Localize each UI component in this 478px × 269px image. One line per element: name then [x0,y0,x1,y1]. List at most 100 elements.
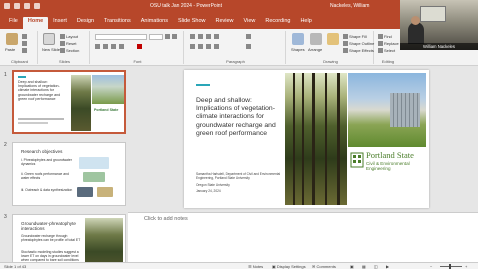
display-settings-button[interactable]: ▣ Display Settings [272,264,306,269]
slide-affiliation[interactable]: Oregon State University [196,183,230,187]
increase-indent-icon[interactable] [214,34,220,40]
tab-animations[interactable]: Animations [136,17,173,29]
quick-styles-icon[interactable] [327,33,339,45]
thumbnail-number: 3 [4,214,7,220]
slide-authors[interactable]: Samantha Harlsdell, Department of Civil … [196,172,286,181]
bold-icon[interactable] [95,44,101,50]
shape-effects-button[interactable]: Shape Effects [343,48,374,54]
green-roof-photo [92,75,124,104]
normal-view-icon[interactable]: ▣ [350,264,354,269]
slide-sorter-icon[interactable]: ▦ [362,264,366,269]
zoom-out-icon[interactable]: − [430,264,432,269]
select-label: Select [384,48,396,53]
arrange-icon[interactable] [310,33,322,45]
ribbon-overflow [400,50,478,66]
tab-transitions[interactable]: Transitions [99,17,136,29]
zoom-slider-thumb[interactable] [449,264,451,269]
tree-trunk [325,73,327,205]
zoom-slider[interactable] [440,266,462,267]
diagram-graphic [97,187,113,197]
tab-help[interactable]: Help [295,17,316,29]
notes-placeholder[interactable]: Click to add notes [144,216,188,222]
new-slide-icon[interactable] [43,33,55,45]
shapes-icon[interactable] [292,33,304,45]
slideshow-icon[interactable]: ▶ [386,264,389,269]
current-slide[interactable]: Deep and shallow: Implications of vegeta… [184,70,429,208]
presenter [408,22,424,44]
shape-effects-label: Shape Effects [349,48,374,53]
tab-home[interactable]: Home [22,17,49,29]
shape-fill-button[interactable]: Shape Fill [343,34,367,40]
slide-thumbnail-pane[interactable]: 1 Deep and shallow: Implications of vege… [0,66,128,262]
tab-insert[interactable]: Insert [48,17,72,29]
paste-icon[interactable] [6,33,18,45]
notes-pane[interactable]: Click to add notes [128,212,478,262]
tab-review[interactable]: Review [211,17,239,29]
shape-outline-button[interactable]: Shape Outline [343,41,374,47]
arrange-button[interactable]: Arrange [308,47,322,52]
zoom-in-icon[interactable]: + [465,264,467,269]
font-name-input[interactable] [95,34,147,40]
redo-icon[interactable] [34,3,40,9]
webcam-name: William Nackeles [400,43,478,50]
cut-icon[interactable] [22,34,28,40]
reset-button[interactable]: Reset [60,41,76,47]
new-slide-button[interactable]: New Slide [42,47,60,52]
undo-icon[interactable] [24,3,30,9]
align-left-icon[interactable] [190,44,196,50]
smartart-icon[interactable] [246,44,252,50]
align-right-icon[interactable] [206,44,212,50]
status-bar: Slide 1 of 43 ☰ Notes ▣ Display Settings… [0,262,478,269]
shapes-button[interactable]: Shapes [291,47,305,52]
slide-thumbnail-2[interactable]: Research objectives i. Phreatophytes and… [12,142,126,206]
slide-date[interactable]: January 24, 2024 [196,189,221,193]
account-name[interactable]: Nackeles, William [330,3,369,9]
autosave-icon[interactable] [4,3,10,9]
strikethrough-icon[interactable] [119,44,125,50]
slide-thumbnail-3[interactable]: Groundwater-phreatophyte interactions Gr… [12,214,126,262]
find-label: Find [384,34,392,39]
section-label: Section [66,48,80,53]
forest-photo[interactable] [285,73,347,205]
tree-trunk [302,73,304,205]
tab-design[interactable]: Design [72,17,99,29]
slide-title[interactable]: Deep and shallow: Implications of vegeta… [196,97,286,138]
thumbnail-authors-line [18,118,64,120]
numbering-icon[interactable] [198,34,204,40]
decrease-indent-icon[interactable] [206,34,212,40]
italic-icon[interactable] [103,44,109,50]
reading-view-icon[interactable]: ◫ [374,264,378,269]
grow-font-icon[interactable] [165,34,171,40]
layout-button[interactable]: Layout [60,34,78,40]
find-button[interactable]: Find [378,34,392,40]
thumbnail-number: 2 [4,142,7,148]
clipboard-label: Clipboard [10,59,29,64]
tab-slide-show[interactable]: Slide Show [173,17,211,29]
paste-button[interactable]: Paste [5,47,15,52]
slide-thumbnail-1[interactable]: Deep and shallow: Implications of vegeta… [12,70,126,134]
tab-view[interactable]: View [239,17,261,29]
font-color-icon[interactable] [137,44,143,50]
copy-icon[interactable] [22,41,28,47]
green-roof-photo[interactable] [348,73,426,147]
align-center-icon[interactable] [198,44,204,50]
tab-recording[interactable]: Recording [260,17,295,29]
text-direction-icon[interactable] [246,34,252,40]
save-icon[interactable] [14,3,20,9]
bullets-icon[interactable] [190,34,196,40]
shrink-font-icon[interactable] [172,34,178,40]
format-painter-icon[interactable] [22,48,28,54]
select-button[interactable]: Select [378,48,396,54]
psu-logo-icon [350,152,364,168]
underline-icon[interactable] [111,44,117,50]
font-size-input[interactable] [149,34,163,40]
projector-screen [420,6,446,22]
quick-access-toolbar [4,3,40,9]
comments-button[interactable]: ✉ Comments [312,264,336,269]
justify-icon[interactable] [214,44,220,50]
document-title: OSU talk Jan 2024 - PowerPoint [150,3,222,9]
notes-button[interactable]: ☰ Notes [248,264,263,269]
tab-file[interactable]: File [4,17,23,29]
section-button[interactable]: Section [60,48,80,54]
replace-button[interactable]: Replace [378,41,399,47]
